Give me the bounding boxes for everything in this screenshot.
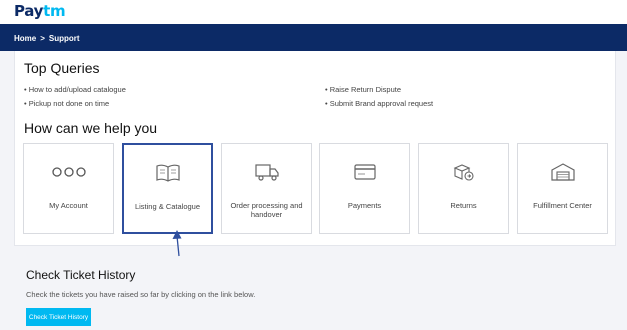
card-payments[interactable]: Payments: [319, 143, 410, 234]
return-box-icon: [419, 162, 508, 182]
query-link-raise-return-dispute[interactable]: • Raise Return Dispute: [325, 85, 401, 94]
query-link-upload-catalogue[interactable]: • How to add/upload catalogue: [24, 85, 126, 94]
card-fulfillment-center[interactable]: Fulfillment Center: [517, 143, 608, 234]
help-title: How can we help you: [24, 120, 158, 136]
card-label: Payments: [347, 201, 382, 210]
query-link-brand-approval[interactable]: • Submit Brand approval request: [325, 99, 433, 108]
card-label: Returns: [450, 201, 477, 210]
card-listing-catalogue[interactable]: Listing & Catalogue: [122, 143, 213, 234]
top-bar: Paytm: [0, 0, 627, 24]
more-dots-icon: [24, 162, 113, 182]
card-returns[interactable]: Returns: [418, 143, 509, 234]
card-label: My Account: [49, 201, 88, 210]
warehouse-icon: [518, 162, 607, 182]
credit-card-icon: [320, 162, 409, 182]
top-queries-title: Top Queries: [24, 60, 100, 76]
breadcrumb-home[interactable]: Home: [14, 34, 36, 43]
book-icon: [124, 163, 211, 183]
paytm-logo[interactable]: Paytm: [14, 2, 66, 20]
logo-tm: tm: [43, 2, 66, 20]
card-label: Fulfillment Center: [533, 201, 592, 210]
breadcrumb-current: Support: [48, 34, 80, 43]
card-order-processing[interactable]: Order processing and handover: [221, 143, 312, 234]
nav-band: Home > Support: [0, 24, 627, 51]
breadcrumb-separator: >: [40, 34, 45, 43]
ticket-history-description: Check the tickets you have raised so far…: [26, 290, 256, 299]
ticket-history-title: Check Ticket History: [26, 268, 136, 282]
check-ticket-history-button[interactable]: Check Ticket History: [26, 308, 91, 326]
card-label: Listing & Catalogue: [134, 202, 201, 211]
truck-icon: [222, 162, 311, 182]
breadcrumb: Home > Support: [14, 34, 80, 43]
support-panel: Top Queries • How to add/upload catalogu…: [14, 51, 616, 246]
card-my-account[interactable]: My Account: [23, 143, 114, 234]
logo-pay: Pay: [14, 2, 44, 20]
query-link-pickup-not-done[interactable]: • Pickup not done on time: [24, 99, 109, 108]
card-label: Order processing and handover: [230, 201, 303, 219]
pointer-arrow-icon: [172, 230, 182, 257]
